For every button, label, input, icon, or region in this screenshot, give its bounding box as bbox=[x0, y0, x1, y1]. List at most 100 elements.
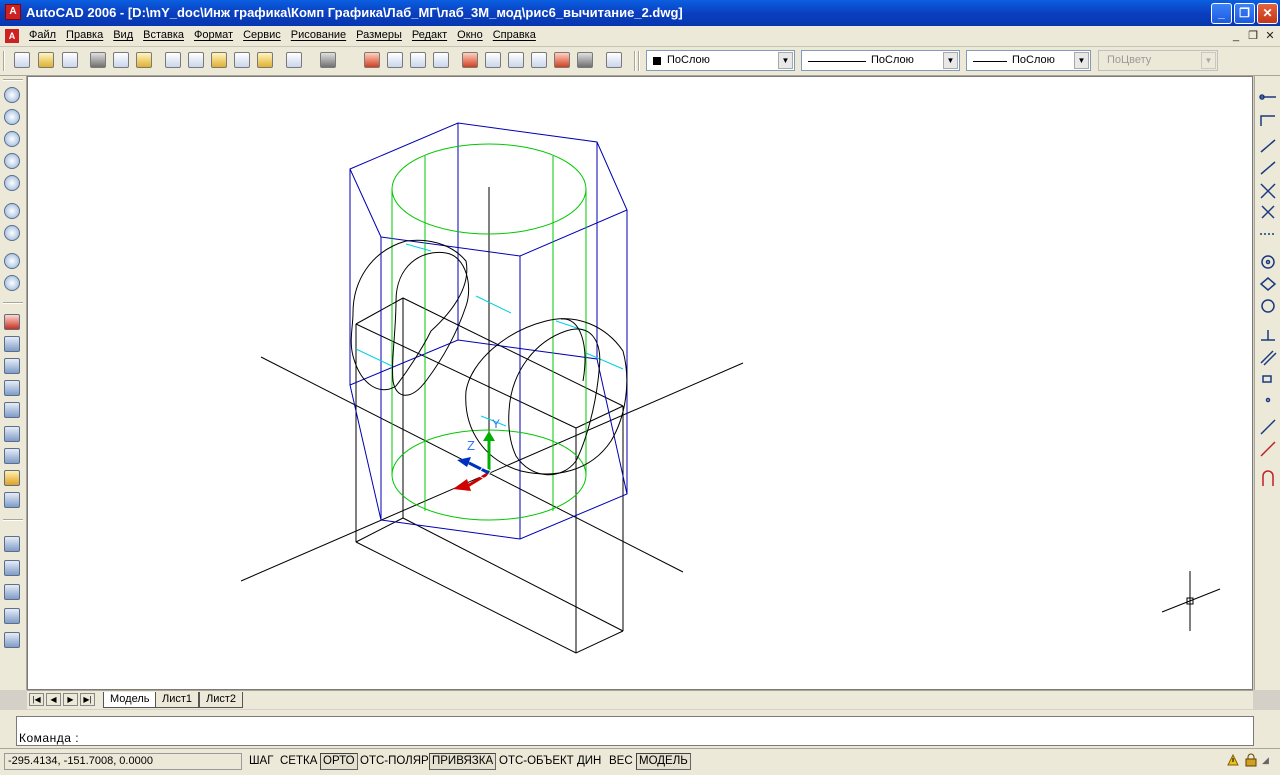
osnap-toggle[interactable]: ПРИВЯЗКА bbox=[429, 753, 497, 770]
sheet-set-manager-icon[interactable] bbox=[531, 52, 547, 68]
snap-parallel-icon[interactable] bbox=[1260, 348, 1276, 364]
communication-center-icon[interactable] bbox=[1226, 753, 1240, 767]
design-center-icon[interactable] bbox=[485, 52, 501, 68]
dim-continue-icon[interactable] bbox=[4, 608, 20, 624]
calculator-icon[interactable] bbox=[577, 52, 593, 68]
dim-linear-icon[interactable] bbox=[4, 536, 20, 552]
zoom-center-icon[interactable] bbox=[4, 153, 20, 169]
model-toggle[interactable]: МОДЕЛЬ bbox=[636, 753, 691, 770]
ortho-toggle[interactable]: ОРТО bbox=[320, 753, 358, 770]
zoom-scale-icon[interactable] bbox=[4, 131, 20, 147]
temporary-track-icon[interactable] bbox=[1260, 89, 1276, 105]
lineweight-toggle[interactable]: ВЕС bbox=[606, 753, 636, 770]
toolbar-grip-properties[interactable] bbox=[638, 51, 640, 71]
3d-zoom-icon[interactable] bbox=[4, 336, 20, 352]
undo-icon[interactable] bbox=[286, 52, 302, 68]
match-properties-icon[interactable] bbox=[234, 52, 250, 68]
coordinates-display[interactable]: -295.4134, -151.7008, 0.0000 bbox=[4, 753, 242, 770]
tab-model[interactable]: Модель bbox=[103, 692, 157, 708]
menu-file[interactable]: Файл bbox=[24, 29, 61, 41]
tab-layout2[interactable]: Лист2 bbox=[199, 692, 244, 708]
print-icon[interactable] bbox=[90, 52, 106, 68]
tab-layout1[interactable]: Лист1 bbox=[155, 692, 200, 708]
zoom-window-icon[interactable] bbox=[410, 52, 426, 68]
menu-format[interactable]: Формат bbox=[189, 29, 238, 41]
help-icon[interactable] bbox=[606, 52, 622, 68]
properties-icon[interactable] bbox=[462, 52, 478, 68]
doc-restore-button[interactable]: ❐ bbox=[1245, 29, 1261, 43]
menu-edit[interactable]: Правка bbox=[61, 29, 108, 41]
menu-modify[interactable]: Редакт bbox=[407, 29, 452, 41]
snap-midpoint-icon[interactable] bbox=[1260, 160, 1276, 176]
snap-quadrant-icon[interactable] bbox=[1260, 276, 1276, 292]
snap-endpoint-icon[interactable] bbox=[1260, 138, 1276, 154]
resize-grip-icon[interactable]: ◢ bbox=[1262, 755, 1274, 767]
drawing-viewport[interactable]: Z Y bbox=[28, 77, 1252, 689]
linetype-control[interactable]: ПоСлою ▼ bbox=[801, 50, 960, 71]
toolbar-grip[interactable] bbox=[3, 51, 5, 71]
menu-draw[interactable]: Рисование bbox=[286, 29, 351, 41]
snap-insert-icon[interactable] bbox=[1260, 371, 1276, 387]
polar-toggle[interactable]: ОТС-ПОЛЯР bbox=[357, 753, 432, 770]
snap-from-icon[interactable] bbox=[1260, 113, 1276, 129]
3d-adjust-icon[interactable] bbox=[4, 448, 20, 464]
markup-icon[interactable] bbox=[554, 52, 570, 68]
toolbar-grip[interactable] bbox=[3, 79, 23, 81]
copy-icon[interactable] bbox=[188, 52, 204, 68]
snap-perpendicular-icon[interactable] bbox=[1260, 326, 1276, 342]
menu-window[interactable]: Окно bbox=[452, 29, 488, 41]
snap-intersection-icon[interactable] bbox=[1260, 183, 1276, 199]
print-preview-icon[interactable] bbox=[113, 52, 129, 68]
chevron-down-icon[interactable]: ▼ bbox=[1074, 52, 1089, 69]
zoom-out-icon[interactable] bbox=[4, 225, 20, 241]
redo-icon[interactable] bbox=[320, 52, 336, 68]
lineweight-control[interactable]: ПоСлою ▼ bbox=[966, 50, 1091, 71]
snap-apparent-intersection-icon[interactable] bbox=[1260, 204, 1276, 220]
snap-nearest-icon[interactable] bbox=[1260, 418, 1276, 434]
pan-realtime-icon[interactable] bbox=[364, 52, 380, 68]
zoom-previous-icon[interactable] bbox=[433, 52, 449, 68]
doc-minimize-button[interactable]: _ bbox=[1228, 29, 1244, 43]
chevron-down-icon[interactable]: ▼ bbox=[778, 52, 793, 69]
zoom-realtime-icon[interactable] bbox=[387, 52, 403, 68]
dyn-toggle[interactable]: ДИН bbox=[574, 753, 604, 770]
toolbar-grip[interactable] bbox=[3, 519, 23, 521]
otrack-toggle[interactable]: ОТС-ОБЪЕКТ bbox=[496, 753, 577, 770]
zoom-dynamic-icon[interactable] bbox=[4, 109, 20, 125]
menu-tools[interactable]: Сервис bbox=[238, 29, 286, 41]
3d-clip-icon[interactable] bbox=[4, 426, 20, 442]
menu-help[interactable]: Справка bbox=[488, 29, 541, 41]
zoom-in-icon[interactable] bbox=[4, 203, 20, 219]
snap-node-icon[interactable] bbox=[1260, 392, 1276, 408]
3d-swivel-icon[interactable] bbox=[4, 380, 20, 396]
dim-ordinate-icon[interactable] bbox=[4, 632, 20, 648]
snap-extension-icon[interactable] bbox=[1260, 226, 1276, 242]
block-editor-icon[interactable] bbox=[257, 52, 273, 68]
zoom-extents-icon[interactable] bbox=[4, 275, 20, 291]
next-tab-icon[interactable]: ▶ bbox=[63, 693, 78, 706]
toolbar-grip[interactable] bbox=[3, 302, 23, 304]
chevron-down-icon[interactable]: ▼ bbox=[943, 52, 958, 69]
doc-close-button[interactable]: ✕ bbox=[1262, 29, 1278, 43]
drawing-area[interactable]: Z Y bbox=[27, 76, 1253, 690]
cut-icon[interactable] bbox=[165, 52, 181, 68]
snap-center-icon[interactable] bbox=[1260, 254, 1276, 270]
publish-icon[interactable] bbox=[136, 52, 152, 68]
close-button[interactable]: ✕ bbox=[1257, 3, 1278, 24]
last-tab-icon[interactable]: ▶| bbox=[80, 693, 95, 706]
grid-toggle[interactable]: СЕТКА bbox=[277, 753, 320, 770]
3d-front-clip-icon[interactable] bbox=[4, 470, 20, 486]
document-icon[interactable]: A bbox=[5, 29, 19, 43]
zoom-object-icon[interactable] bbox=[4, 175, 20, 191]
command-line[interactable]: Команда : bbox=[16, 716, 1254, 746]
open-icon[interactable] bbox=[38, 52, 54, 68]
prev-tab-icon[interactable]: ◀ bbox=[46, 693, 61, 706]
3d-orbit-icon[interactable] bbox=[4, 314, 20, 330]
color-control[interactable]: ПоСлою ▼ bbox=[646, 50, 795, 71]
paste-icon[interactable] bbox=[211, 52, 227, 68]
osnap-settings-icon[interactable] bbox=[1260, 471, 1276, 487]
dim-baseline-icon[interactable] bbox=[4, 584, 20, 600]
lock-icon[interactable] bbox=[1244, 753, 1258, 767]
dim-aligned-icon[interactable] bbox=[4, 560, 20, 576]
zoom-all-icon[interactable] bbox=[4, 253, 20, 269]
